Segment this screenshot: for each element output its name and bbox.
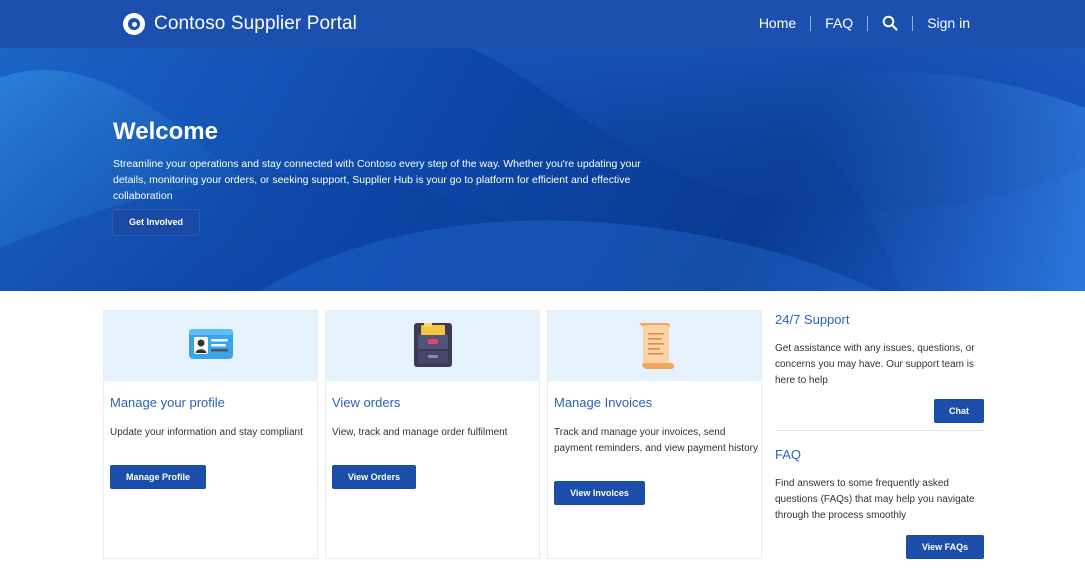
hero-description: Streamline your operations and stay conn… — [113, 158, 641, 202]
get-involved-button[interactable]: Get Involved — [113, 210, 199, 235]
top-navbar: Contoso Supplier Portal Home FAQ Sign in — [0, 0, 1085, 48]
card-description: View, track and manage order fulfilment — [332, 427, 508, 438]
support-description: Get assistance with any issues, question… — [775, 343, 975, 386]
card-title[interactable]: View orders — [332, 395, 400, 410]
nav-divider — [810, 15, 812, 31]
card-manage-profile: Manage your profile Update your informat… — [103, 310, 318, 559]
contoso-logo-icon — [123, 13, 145, 35]
section-divider — [775, 430, 985, 431]
support-title[interactable]: 24/7 Support — [775, 312, 849, 327]
faq-title[interactable]: FAQ — [775, 447, 801, 462]
nav-faq-link[interactable]: FAQ — [825, 15, 853, 31]
chat-button[interactable]: Chat — [934, 399, 984, 423]
card-header — [104, 311, 317, 381]
hero-title: Welcome — [113, 118, 218, 145]
nav-divider — [867, 15, 869, 31]
card-manage-invoices: Manage Invoices Track and manage your in… — [547, 310, 762, 559]
view-orders-button[interactable]: View Orders — [332, 465, 416, 489]
faq-description: Find answers to some frequently asked qu… — [775, 478, 975, 521]
card-description: Track and manage your invoices, send pay… — [554, 427, 758, 454]
card-header — [326, 311, 539, 381]
hero-banner: Welcome Streamline your operations and s… — [0, 48, 1085, 291]
nav-home-link[interactable]: Home — [759, 15, 796, 31]
card-title[interactable]: Manage Invoices — [554, 395, 652, 410]
scroll-icon — [638, 323, 674, 369]
main-nav: Home FAQ Sign in — [759, 15, 970, 31]
id-card-icon — [188, 329, 233, 359]
site-title[interactable]: Contoso Supplier Portal — [154, 13, 357, 35]
view-faqs-button[interactable]: View FAQs — [906, 535, 984, 559]
card-description: Update your information and stay complia… — [110, 427, 303, 438]
file-cabinet-icon — [413, 323, 452, 367]
manage-profile-button[interactable]: Manage Profile — [110, 465, 206, 489]
nav-sign-in-link[interactable]: Sign in — [927, 15, 970, 31]
search-icon[interactable] — [882, 15, 898, 31]
card-view-orders: View orders View, track and manage order… — [325, 310, 540, 559]
nav-divider — [912, 15, 914, 31]
card-header — [548, 311, 761, 381]
hero-content: Welcome Streamline your operations and s… — [113, 118, 643, 204]
brand[interactable]: Contoso Supplier Portal — [123, 13, 357, 35]
view-invoices-button[interactable]: View Invoices — [554, 481, 645, 505]
card-title[interactable]: Manage your profile — [110, 395, 225, 410]
